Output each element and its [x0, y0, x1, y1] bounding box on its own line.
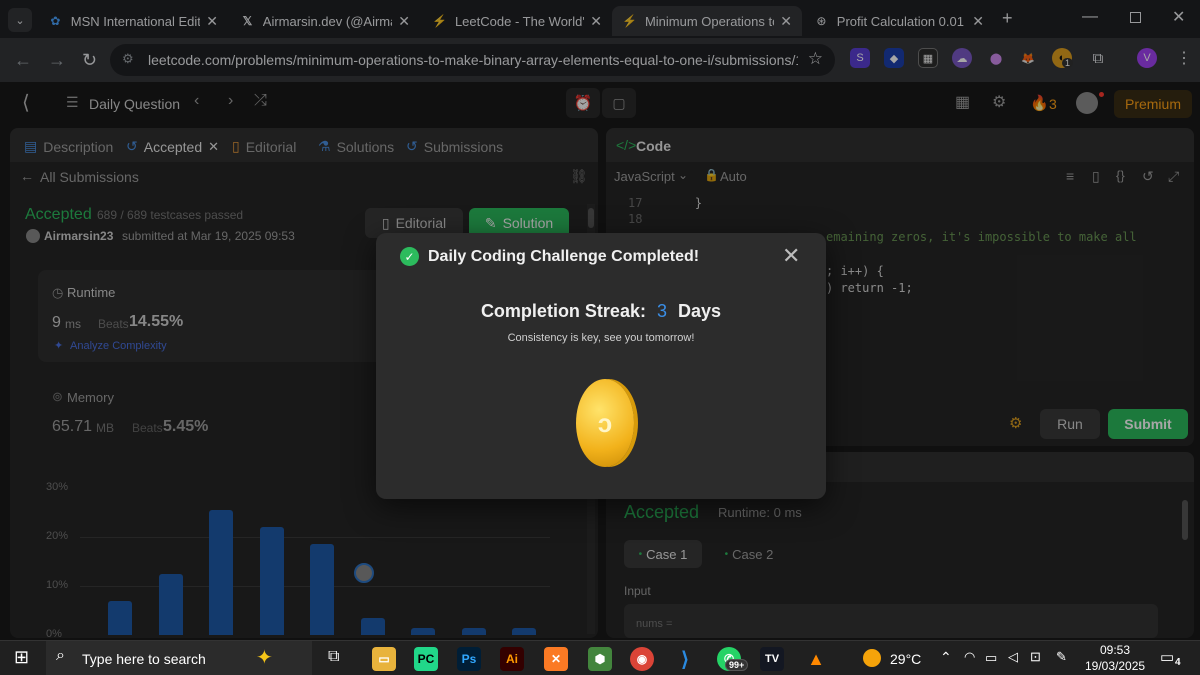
- pen-icon[interactable]: ✎: [1056, 649, 1067, 665]
- modal-title: Daily Coding Challenge Completed!: [428, 248, 700, 265]
- streak-value: 3: [656, 301, 667, 321]
- windows-taskbar: ⊞ ⌕ Type here to search ✦ ⧉ ▭ PC Ps Ai ✕…: [0, 640, 1200, 675]
- tradingview-icon[interactable]: TV: [760, 647, 784, 671]
- nodejs-icon[interactable]: ⬢: [588, 647, 612, 671]
- streak-unit: Days: [678, 301, 722, 321]
- vlc-icon[interactable]: ▲: [804, 647, 828, 671]
- coin-logo-icon: ↄ: [597, 407, 613, 438]
- task-view-icon[interactable]: ⧉: [328, 648, 339, 666]
- sparkle-icon: ✦: [256, 647, 273, 669]
- photoshop-icon[interactable]: Ps: [457, 647, 481, 671]
- streak-line: Completion Streak: 3 Days: [376, 301, 826, 322]
- xampp-icon[interactable]: ✕: [544, 647, 568, 671]
- weather-sun-icon[interactable]: [863, 649, 881, 667]
- notification-icon[interactable]: ▭: [1160, 648, 1174, 666]
- volume-icon[interactable]: ◁: [1008, 649, 1018, 665]
- illustrator-icon[interactable]: Ai: [500, 647, 524, 671]
- notification-count: 4: [1175, 657, 1181, 668]
- wifi-icon[interactable]: ◠: [964, 649, 975, 665]
- search-placeholder: Type here to search: [82, 651, 206, 667]
- modal-subtitle: Consistency is key, see you tomorrow!: [507, 332, 695, 344]
- vscode-icon[interactable]: ⟩: [673, 647, 697, 671]
- taskbar-search[interactable]: ⌕ Type here to search ✦: [46, 641, 312, 675]
- file-explorer-icon[interactable]: ▭: [372, 647, 396, 671]
- temperature[interactable]: 29°C: [890, 651, 921, 667]
- check-circle-icon: ✓: [400, 247, 419, 266]
- close-icon[interactable]: ✕: [782, 243, 800, 269]
- search-icon: ⌕: [56, 647, 65, 664]
- clock-time[interactable]: 09:53: [1100, 643, 1130, 657]
- whatsapp-icon[interactable]: ✆ 99+: [717, 647, 749, 671]
- whatsapp-badge: 99+: [725, 659, 749, 671]
- windows-start-icon[interactable]: ⊞: [14, 647, 29, 668]
- streak-label: Completion Streak:: [480, 301, 646, 321]
- pycharm-icon[interactable]: PC: [414, 647, 438, 671]
- battery-icon[interactable]: ▭: [985, 650, 997, 666]
- language-icon[interactable]: ⊡: [1030, 649, 1041, 665]
- clock-date[interactable]: 19/03/2025: [1085, 659, 1145, 673]
- leetcode-coin-icon: ↄ: [576, 379, 634, 467]
- daily-challenge-modal: ✓ Daily Coding Challenge Completed! ✕ Co…: [376, 233, 826, 499]
- tray-chevron-up-icon[interactable]: ⌃: [940, 649, 952, 666]
- chrome-icon[interactable]: ◉: [630, 647, 654, 671]
